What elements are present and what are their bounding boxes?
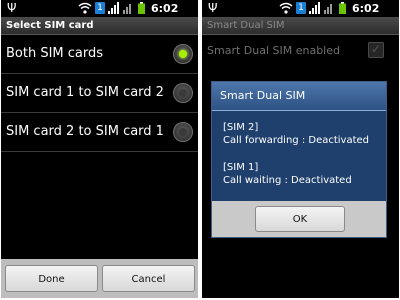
radio-button[interactable]: [173, 122, 193, 142]
screen-header: Smart Dual SIM: [202, 17, 399, 35]
check-icon: ✓: [371, 42, 382, 56]
signal-icon: [108, 2, 119, 14]
list-item-sim1-to-sim2[interactable]: SIM card 1 to SIM card 2: [1, 74, 198, 113]
enabled-checkbox[interactable]: ✓: [368, 42, 384, 58]
left-screen: Ψ 1 6:02 PM Select SIM card Both SIM car…: [1, 0, 198, 298]
list-item-both-sim[interactable]: Both SIM cards: [1, 35, 198, 74]
option-label: SIM card 2 to SIM card 1: [6, 124, 164, 139]
sim2-header: [SIM 2]: [223, 122, 259, 133]
ok-button[interactable]: OK: [255, 206, 345, 232]
list-item-sim2-to-sim1[interactable]: SIM card 2 to SIM card 1: [1, 113, 198, 152]
signal-icon: [309, 2, 320, 14]
usb-icon: Ψ: [7, 1, 17, 15]
option-label: SIM card 1 to SIM card 2: [6, 85, 164, 100]
dialog-message: [SIM 2] Call forwarding : Deactivated [S…: [212, 111, 386, 201]
sim1-header: [SIM 1]: [223, 162, 259, 173]
cancel-button[interactable]: Cancel: [102, 265, 195, 292]
sim1-status: Call waiting : Deactivated: [223, 175, 352, 186]
status-bar: Ψ 1 6:02 PM: [202, 0, 399, 30]
dialog-button-bar: OK: [212, 201, 386, 237]
dialog-title-bar: Smart Dual SIM: [212, 82, 386, 111]
wifi-icon: [279, 2, 293, 14]
right-screen: Ψ 1 6:02 PM Smart Dual SIM Smart Dual SI…: [202, 0, 399, 298]
wifi-icon: [78, 2, 92, 14]
sim-badge: 1: [95, 2, 105, 14]
done-button[interactable]: Done: [5, 265, 98, 292]
battery-icon: [339, 2, 346, 14]
signal-icon: [123, 4, 131, 14]
radio-button[interactable]: [173, 83, 193, 103]
button-bar: Done Cancel: [1, 259, 198, 298]
dialog-title: Smart Dual SIM: [220, 89, 306, 102]
smart-dual-sim-dialog: Smart Dual SIM [SIM 2] Call forwarding :…: [211, 81, 387, 238]
page-title: Select SIM card: [6, 20, 94, 31]
page-title: Smart Dual SIM: [207, 20, 285, 31]
setting-label: Smart Dual SIM enabled: [207, 44, 340, 57]
sim2-status: Call forwarding : Deactivated: [223, 135, 370, 146]
dialog-header: Select SIM card: [1, 17, 198, 35]
status-bar: Ψ 1 6:02 PM: [1, 0, 198, 30]
signal-icon: [324, 4, 332, 14]
option-label: Both SIM cards: [6, 46, 104, 61]
sim-badge: 1: [296, 2, 306, 14]
usb-icon: Ψ: [208, 1, 218, 15]
battery-icon: [138, 2, 145, 14]
radio-button[interactable]: [173, 44, 193, 64]
